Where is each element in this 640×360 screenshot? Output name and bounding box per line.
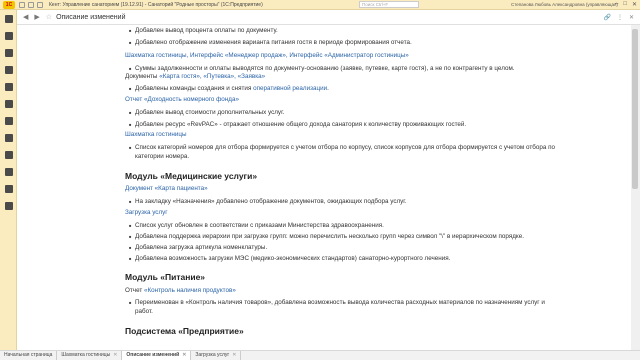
list-item: Отчет «Контроль наличия продуктов»: [125, 287, 236, 295]
close-form-icon[interactable]: ✕: [629, 14, 634, 21]
tab-load-services[interactable]: Загрузка услуг ✕: [191, 351, 242, 360]
tab-label: Загрузка услуг: [195, 352, 230, 358]
sidebar-item-warehouse[interactable]: [0, 146, 17, 163]
list-item: Добавлены команды создания и снятия опер…: [129, 85, 329, 93]
sidebar-item-settings[interactable]: [0, 197, 17, 214]
tab-home[interactable]: Начальная страница: [0, 351, 58, 360]
favorites-icon[interactable]: [37, 1, 43, 8]
menu-icon[interactable]: [19, 1, 25, 8]
list-item: Суммы задолженности и оплаты выводятся п…: [129, 65, 515, 73]
list-item: Добавлен вывод стоимости дополнительных …: [129, 109, 284, 117]
list-item: Документы «Карта гостя», «Путевка», «Зая…: [125, 73, 265, 81]
section-heading: Модуль «Питание»: [125, 272, 206, 282]
tab-label: Описание изменений: [126, 352, 180, 358]
document-icon: [4, 48, 13, 57]
maximize-icon[interactable]: □: [623, 1, 627, 8]
link[interactable]: «Контроль наличия продуктов»: [144, 287, 236, 294]
tab-changes[interactable]: Описание изменений ✕: [122, 351, 192, 360]
tab-label: Шахматка гостиницы: [61, 352, 111, 358]
close-icon[interactable]: ✕: [182, 352, 186, 358]
close-icon[interactable]: ✕: [632, 1, 637, 8]
clock-icon: [4, 99, 13, 108]
list-item: Добавлен вывод процента оплаты по докуме…: [129, 27, 278, 35]
list-item: На закладку «Назначения» добавлено отобр…: [129, 198, 407, 206]
form-header: ◀ ▶ ☆ Описание изменений 🔗 ⋮ ✕: [17, 10, 640, 25]
list-item-text: .: [327, 85, 329, 92]
link[interactable]: Документ «Карта пациента»: [125, 185, 208, 193]
sidebar-item-time[interactable]: [0, 95, 17, 112]
list-item: Список услуг обновлен в соответствии с п…: [129, 222, 384, 230]
link[interactable]: «Карта гостя», «Путевка», «Заявка»: [159, 73, 265, 80]
chart-icon: [4, 184, 13, 193]
list-item: Переименован в «Контроль наличия товаров…: [129, 299, 545, 307]
list-item-text: Отчет: [125, 287, 144, 294]
page-title: Описание изменений: [56, 13, 126, 21]
link[interactable]: Шахматка гостиницы, Интерфейс «Менеджер …: [125, 52, 409, 60]
list-item: Добавлена возможность загрузки МЭС (меди…: [129, 255, 450, 263]
money-icon: [4, 65, 13, 74]
app-logo-icon: 1С: [3, 0, 15, 9]
sidebar-item-booking[interactable]: [0, 44, 17, 61]
close-icon[interactable]: ✕: [113, 352, 117, 358]
link[interactable]: Загрузка услуг: [125, 209, 168, 217]
sidebar-item-hotel[interactable]: [0, 27, 17, 44]
section-heading: Модуль «Медицинские услуги»: [125, 171, 258, 181]
minimize-icon[interactable]: –: [615, 1, 618, 8]
sidebar-item-medical[interactable]: [0, 129, 17, 146]
menu-icon: [4, 14, 13, 23]
list-item: Добавлен ресурс «RevPAC» - отражает отно…: [129, 121, 466, 129]
list-item-text: Добавлены команды создания и снятия: [135, 85, 254, 92]
search-input[interactable]: Поиск Ctrl+F: [359, 1, 419, 8]
vertical-scrollbar[interactable]: [631, 25, 640, 350]
list-item-continued: работ.: [135, 308, 153, 315]
link[interactable]: оперативной реализации: [253, 85, 327, 92]
sidebar: [0, 10, 17, 350]
link[interactable]: Отчет «Доходность номерного фонда»: [125, 96, 239, 104]
history-icon[interactable]: [28, 1, 34, 8]
sidebar-item-reports[interactable]: [0, 180, 17, 197]
link[interactable]: Шахматка гостиницы: [125, 131, 186, 139]
sidebar-item-enterprise[interactable]: [0, 163, 17, 180]
forward-button[interactable]: ▶: [34, 13, 39, 21]
tab-label: Начальная страница: [4, 352, 53, 358]
back-button[interactable]: ◀: [23, 13, 28, 21]
warehouse-icon: [4, 150, 13, 159]
window-title: Кент: Управление санаторием (19.12.91) -…: [49, 1, 263, 8]
list-item-text: Документы: [125, 73, 160, 80]
sidebar-item-crm[interactable]: [0, 78, 17, 95]
favorite-star-icon[interactable]: ☆: [46, 13, 52, 21]
people-icon: [4, 82, 13, 91]
list-item-continued: категории номера.: [135, 153, 190, 160]
building-icon: [4, 167, 13, 176]
scrollbar-thumb[interactable]: [632, 29, 638, 189]
link-icon[interactable]: 🔗: [603, 14, 610, 21]
title-bar: 1С Кент: Управление санаторием (19.12.91…: [0, 0, 640, 10]
tab-hotel-chess[interactable]: Шахматка гостиницы ✕: [57, 351, 123, 360]
section-heading: Подсистема «Предприятие»: [125, 326, 244, 336]
close-icon[interactable]: ✕: [232, 352, 236, 358]
user-name[interactable]: Степанова Любовь Александровна (управляю…: [511, 2, 618, 7]
sidebar-item-food[interactable]: [0, 112, 17, 129]
changes-document: Добавлен вывод процента оплаты по докуме…: [125, 25, 615, 345]
more-icon[interactable]: ⋮: [617, 14, 623, 21]
sidebar-item-sales[interactable]: [0, 61, 17, 78]
food-icon: [4, 116, 13, 125]
calendar-icon: [4, 31, 13, 40]
list-item: Список категорий номеров для отбора форм…: [129, 144, 555, 152]
open-windows-bar: Начальная страница Шахматка гостиницы ✕ О…: [0, 350, 640, 360]
sidebar-item-main[interactable]: [0, 10, 17, 27]
medical-icon: [4, 133, 13, 142]
list-item: Добавлена загрузка артикула номенклатуры…: [129, 244, 267, 252]
list-item: Добавлена поддержка иерархии при загрузк…: [129, 233, 524, 241]
gear-icon: [4, 201, 13, 210]
list-item: Добавлено отображение изменения варианта…: [129, 39, 412, 47]
